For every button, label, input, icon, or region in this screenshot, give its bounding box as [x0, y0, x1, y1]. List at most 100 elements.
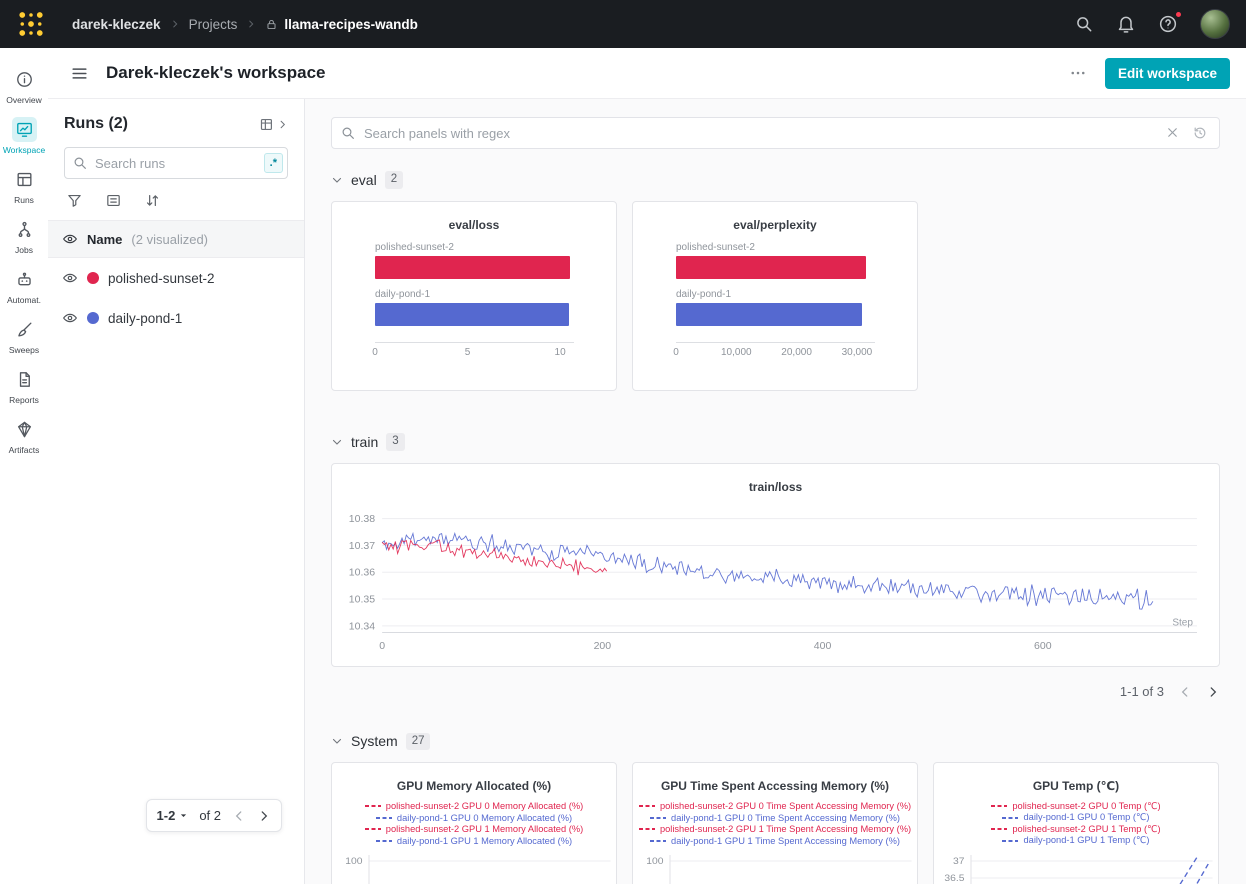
more-options-icon[interactable]: [1069, 64, 1087, 82]
runs-title: Runs (2): [64, 115, 128, 133]
breadcrumb-user[interactable]: darek-kleczek: [72, 17, 161, 32]
clear-search-icon[interactable]: [1165, 125, 1180, 140]
run-color-dot: [87, 312, 99, 324]
visibility-eye-icon[interactable]: [62, 231, 78, 247]
sidebar-item-artifacts[interactable]: Artifacts: [0, 414, 48, 458]
section-system: System 27 GPU Memory Allocated (%) polis…: [331, 733, 1220, 884]
panel-eval-perplexity[interactable]: eval/perplexity polished-sunset-2 daily-p…: [632, 201, 918, 391]
bar-run-label: polished-sunset-2: [375, 242, 574, 253]
panels-workspace: eval 2 eval/loss polished-sunset-2daily-…: [305, 99, 1246, 884]
legend-label: daily-pond-1 GPU 0 Temp (℃): [1023, 812, 1149, 823]
svg-text:0: 0: [379, 641, 385, 652]
gpu-temp-mini-chart: 3736.5: [934, 851, 1218, 884]
x-axis: 0 5 10: [375, 342, 574, 362]
svg-text:100: 100: [646, 856, 664, 867]
runs-toolbar: [48, 181, 304, 220]
svg-text:10.38: 10.38: [349, 514, 376, 525]
eye-icon[interactable]: [62, 310, 78, 326]
menu-hamburger-icon[interactable]: [70, 64, 89, 83]
sidebar-item-overview[interactable]: Overview: [0, 64, 48, 108]
legend-label: daily-pond-1 GPU 0 Time Spent Accessing …: [671, 813, 900, 823]
bar-run-label: daily-pond-1: [676, 289, 875, 300]
notifications-bell-icon[interactable]: [1116, 14, 1136, 34]
regex-toggle[interactable]: .*: [264, 153, 283, 173]
legend-item[interactable]: daily-pond-1 GPU 1 Temp (℃): [934, 835, 1218, 847]
panel-title: eval/perplexity: [633, 218, 917, 232]
legend-item[interactable]: daily-pond-1 GPU 1 Time Spent Accessing …: [633, 835, 917, 847]
prev-page-button[interactable]: [232, 809, 246, 823]
legend-item[interactable]: polished-sunset-2 GPU 1 Memory Allocated…: [332, 824, 616, 836]
broom-icon: [12, 317, 37, 342]
sidebar-item-workspace[interactable]: Workspace: [0, 114, 48, 158]
edit-workspace-button[interactable]: Edit workspace: [1105, 58, 1230, 89]
chevron-down-icon: [331, 735, 343, 747]
run-row-polished-sunset-2[interactable]: polished-sunset-2: [48, 258, 304, 298]
expand-runs-table-button[interactable]: [259, 116, 288, 133]
train-loss-line-chart: 10.3410.3510.3610.3710.380200400600Step: [342, 500, 1209, 662]
bar-run-label: polished-sunset-2: [676, 242, 875, 253]
search-icon[interactable]: [1074, 14, 1094, 34]
breadcrumb-project[interactable]: llama-recipes-wandb: [265, 17, 418, 32]
legend-line-marker: [650, 838, 666, 844]
eye-icon[interactable]: [62, 270, 78, 286]
overview-info-icon: [12, 67, 37, 92]
history-icon[interactable]: [1192, 125, 1208, 141]
breadcrumb: darek-kleczek Projects llama-recipes-wan…: [72, 17, 418, 32]
filter-funnel-icon[interactable]: [66, 192, 83, 209]
legend-item[interactable]: polished-sunset-2 GPU 0 Time Spent Acces…: [633, 800, 917, 812]
search-icon: [340, 125, 356, 141]
legend-item[interactable]: daily-pond-1 GPU 0 Temp (℃): [934, 812, 1218, 824]
eval-perplexity-bar-chart: polished-sunset-2daily-pond-1010,00020,0…: [676, 242, 875, 362]
legend-item[interactable]: daily-pond-1 GPU 0 Time Spent Accessing …: [633, 812, 917, 824]
panel-gpu-temp[interactable]: GPU Temp (℃) polished-sunset-2 GPU 0 Tem…: [933, 762, 1219, 884]
legend-item[interactable]: daily-pond-1 GPU 0 Memory Allocated (%): [332, 812, 616, 824]
sort-icon[interactable]: [144, 192, 161, 209]
sidebar-item-label: Reports: [9, 395, 39, 405]
next-page-button[interactable]: [257, 809, 271, 823]
runs-search-input[interactable]: [64, 147, 288, 179]
section-train: train 3 train/loss 10.3410.3510.3610.371…: [331, 433, 1220, 707]
legend-item[interactable]: polished-sunset-2 GPU 1 Temp (℃): [934, 824, 1218, 836]
legend-item[interactable]: polished-sunset-2 GPU 1 Time Spent Acces…: [633, 824, 917, 836]
workspace-header: Darek-kleczek's workspace Edit workspace: [48, 48, 1246, 98]
legend-item[interactable]: polished-sunset-2 GPU 0 Temp (℃): [934, 800, 1218, 812]
prev-panel-page-button[interactable]: [1178, 685, 1192, 699]
section-system-header[interactable]: System 27: [331, 733, 1220, 751]
panel-train-loss[interactable]: train/loss 10.3410.3510.3610.3710.380200…: [331, 463, 1220, 667]
sidebar-item-jobs[interactable]: Jobs: [0, 214, 48, 258]
x-tick-label: 5: [465, 347, 471, 358]
x-tick-label: 20,000: [781, 347, 812, 358]
avatar[interactable]: [1200, 9, 1230, 39]
x-tick-label: 10: [555, 347, 566, 358]
chart-legend: polished-sunset-2 GPU 0 Memory Allocated…: [332, 800, 616, 846]
legend-item[interactable]: polished-sunset-2 GPU 0 Memory Allocated…: [332, 800, 616, 812]
sidebar-item-automations[interactable]: Automat.: [0, 264, 48, 308]
legend-label: polished-sunset-2 GPU 1 Time Spent Acces…: [660, 824, 911, 834]
next-panel-page-button[interactable]: [1206, 685, 1220, 699]
help-icon[interactable]: [1158, 14, 1178, 34]
sidebar-item-label: Workspace: [3, 145, 45, 155]
page-size-dropdown[interactable]: 1-2: [157, 808, 189, 823]
legend-label: daily-pond-1 GPU 1 Time Spent Accessing …: [671, 836, 900, 846]
sidebar-item-reports[interactable]: Reports: [0, 364, 48, 408]
panel-eval-loss[interactable]: eval/loss polished-sunset-2daily-pond-10…: [331, 201, 617, 391]
x-tick-label: 0: [372, 347, 378, 358]
panel-search-input[interactable]: [331, 117, 1220, 149]
section-eval-header[interactable]: eval 2: [331, 171, 1220, 189]
panel-gpu-time-accessing-memory[interactable]: GPU Time Spent Accessing Memory (%) poli…: [632, 762, 918, 884]
name-column-header[interactable]: Name: [87, 232, 122, 247]
sidebar-item-sweeps[interactable]: Sweeps: [0, 314, 48, 358]
panel-gpu-memory[interactable]: GPU Memory Allocated (%) polished-sunset…: [331, 762, 617, 884]
run-row-daily-pond-1[interactable]: daily-pond-1: [48, 298, 304, 338]
lock-icon: [265, 18, 278, 31]
legend-item[interactable]: daily-pond-1 GPU 1 Memory Allocated (%): [332, 835, 616, 847]
runs-sidebar: Runs (2) .*: [48, 99, 305, 884]
breadcrumb-projects[interactable]: Projects: [189, 17, 238, 32]
sidebar-item-runs[interactable]: Runs: [0, 164, 48, 208]
section-train-header[interactable]: train 3: [331, 433, 1220, 451]
runs-table-icon: [12, 167, 37, 192]
wandb-logo[interactable]: [16, 9, 46, 39]
svg-text:100: 100: [345, 856, 363, 867]
breadcrumb-project-label: llama-recipes-wandb: [284, 17, 418, 32]
group-list-icon[interactable]: [105, 192, 122, 209]
